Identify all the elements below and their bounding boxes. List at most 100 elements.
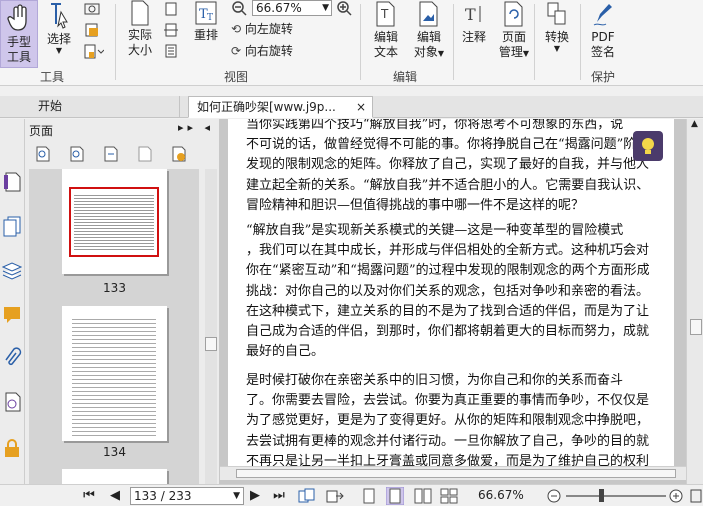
text-line: 最好的自己。 <box>246 344 325 360</box>
layers-icon[interactable] <box>2 259 22 281</box>
hand-tool-button[interactable]: 手型 工具 <box>0 0 38 68</box>
page-manage-button[interactable]: 页面 管理▼ <box>497 0 531 61</box>
scroll-up-icon[interactable]: ▲ <box>691 119 698 129</box>
text-cursor-icon <box>51 3 68 29</box>
panel-title: 页面 <box>29 124 54 138</box>
fullscreen-icon[interactable] <box>689 488 703 504</box>
page-number-input[interactable]: 133 / 233 ▼ <box>130 487 244 505</box>
document-viewport: 当你实践第四个技巧“解放自我”时，你将思考不可想象的东西，说 不可说的话，做曾经觉… <box>220 119 703 484</box>
text-line: 为了感觉更好，更是为了变得更好。从你的矩阵和限制观念中挣脱吧， <box>246 413 650 429</box>
clipboard-icon[interactable] <box>84 23 100 37</box>
text-line: 建立起全新的关系。“解放自我”并不适合胆小的人。它需要自我认识、 <box>246 177 650 193</box>
page-manage-dropdown-icon: ▼ <box>522 49 530 58</box>
rotate-left-icon: ⟲ <box>231 22 242 36</box>
page-thumbnail[interactable] <box>62 306 167 441</box>
rotate-right-icon: ⟳ <box>231 44 242 58</box>
edit-object-label-2-text: 对象 <box>413 45 438 59</box>
edit-text-button[interactable]: T 编辑 文本 <box>370 0 402 60</box>
facing-pages-icon[interactable] <box>414 488 432 504</box>
convert-button[interactable]: 转换 ▼ <box>540 0 574 53</box>
actual-size-button[interactable]: 实际 大小 <box>124 0 156 58</box>
actual-size-label-2: 大小 <box>127 43 152 57</box>
rotate-right-button[interactable]: ⟳ 向右旋转 <box>231 43 293 59</box>
separator <box>580 4 581 80</box>
rotate-left-label: 向左旋转 <box>244 22 293 36</box>
close-icon[interactable]: × <box>356 97 366 117</box>
fit-visible-icon[interactable] <box>163 44 179 58</box>
chevron-down-icon: ▼ <box>322 3 329 13</box>
signature-icon[interactable] <box>2 391 22 413</box>
zoom-in-icon[interactable] <box>668 488 684 504</box>
lock-icon[interactable] <box>2 437 22 459</box>
layers-page-icon[interactable] <box>2 215 22 237</box>
fit-page-icon[interactable] <box>163 2 179 16</box>
last-page-icon[interactable]: ⏭ <box>272 487 286 505</box>
edit-text-label-1: 编辑 <box>373 30 398 44</box>
panel-collapse-buttons[interactable]: ▸▸ ◂ <box>178 121 214 134</box>
status-zoom-value: 66.67% <box>478 488 524 502</box>
status-bar: ⏮ ◀ 133 / 233 ▼ ▶ ⏭ 66.67% <box>0 484 703 506</box>
page-thumbnail[interactable] <box>62 469 167 484</box>
previous-page-icon[interactable]: ◀ <box>108 487 122 505</box>
annotate-button[interactable]: T 注释 <box>458 0 490 45</box>
scrollbar-thumb[interactable] <box>690 319 702 335</box>
first-page-icon[interactable]: ⏮ <box>82 487 96 505</box>
text-line: 去尝试拥有更棒的观念并付诸行动。一旦你解放了自己，争吵的目的就 <box>246 433 650 449</box>
page-manage-label-2-text: 管理 <box>498 45 523 59</box>
horizontal-scrollbar[interactable] <box>220 466 686 480</box>
pdf-sign-label-1: PDF <box>591 30 615 44</box>
fit-width-icon[interactable] <box>163 23 179 37</box>
thumbnail-list: 133 134 <box>29 169 199 484</box>
tab-document[interactable]: 如何正确吵架[www.j9p... × <box>188 96 373 118</box>
file-attach-icon[interactable] <box>84 44 104 60</box>
assistant-button[interactable] <box>633 131 663 161</box>
svg-text:T: T <box>207 13 213 23</box>
edit-object-label-2: 对象▼ <box>412 45 446 61</box>
continuous-facing-icon[interactable] <box>440 488 458 504</box>
group-label-edit: 编辑 <box>392 70 417 84</box>
zoom-out-page-icon[interactable] <box>69 146 85 162</box>
reflow-button[interactable]: T T 重排 <box>190 0 222 43</box>
next-page-icon[interactable]: ▶ <box>248 487 262 505</box>
svg-text:T: T <box>380 7 389 21</box>
continuous-page-icon[interactable] <box>386 487 404 505</box>
pages-icon[interactable] <box>2 171 22 193</box>
pdf-sign-button[interactable]: PDF 签名 <box>585 0 621 60</box>
page-view-icon[interactable] <box>298 488 316 504</box>
text-line: 是时候打破你在亲密关系中的旧习惯，为你自己和你的关系而奋斗 <box>246 373 624 388</box>
hand-icon <box>7 4 27 31</box>
camera-icon[interactable] <box>84 1 100 15</box>
comment-icon[interactable] <box>2 303 22 325</box>
rotate-left-button[interactable]: ⟲ 向左旋转 <box>231 21 293 37</box>
attachment-icon[interactable] <box>2 347 22 369</box>
text-line: 当你实践第四个技巧“解放自我”时，你将思考不可想象的东西，说 <box>246 119 624 132</box>
zoom-slider-thumb[interactable] <box>599 489 604 502</box>
thumbnail-scrollbar[interactable] <box>205 169 217 484</box>
zoom-in-page-icon[interactable] <box>35 146 51 162</box>
scrollbar-thumb[interactable] <box>236 469 676 478</box>
zoom-in-icon[interactable] <box>336 0 352 16</box>
single-page-icon[interactable] <box>362 488 376 504</box>
zoom-slider[interactable] <box>566 489 666 502</box>
pdf-reader-window: 手型 工具 选择 ▼ 实际 大小 T T 重排 66.67% ▼ ⟲ 向左旋转 … <box>0 0 703 506</box>
vertical-scrollbar[interactable]: ▲ <box>686 119 703 484</box>
text-line: 自己成为合适的伴侣，到那时，你们都将朝着更大的目标而努力，成就 <box>246 324 650 340</box>
insert-page-icon[interactable] <box>103 146 119 162</box>
add-page-icon[interactable] <box>171 146 187 162</box>
edit-object-button[interactable]: 编辑 对象▼ <box>412 0 446 61</box>
scrollbar-thumb[interactable] <box>205 337 217 351</box>
thumbnail-text-lines <box>72 316 156 436</box>
tab-home[interactable]: 开始 <box>30 96 180 118</box>
zoom-out-icon[interactable] <box>231 0 247 16</box>
extract-icon[interactable] <box>326 488 344 504</box>
convert-label: 转换 <box>544 30 569 44</box>
page-manage-label-2: 管理▼ <box>497 45 531 61</box>
group-label-view: 视图 <box>223 70 248 84</box>
extract-page-icon[interactable] <box>137 146 153 162</box>
zoom-select[interactable]: 66.67% ▼ <box>252 0 332 16</box>
reflow-label: 重排 <box>193 28 218 42</box>
select-label: 选择 <box>46 32 71 46</box>
zoom-out-icon[interactable] <box>546 488 562 504</box>
page-thumbnail[interactable] <box>62 169 167 274</box>
select-tool-button[interactable]: 选择 ▼ <box>44 0 74 55</box>
